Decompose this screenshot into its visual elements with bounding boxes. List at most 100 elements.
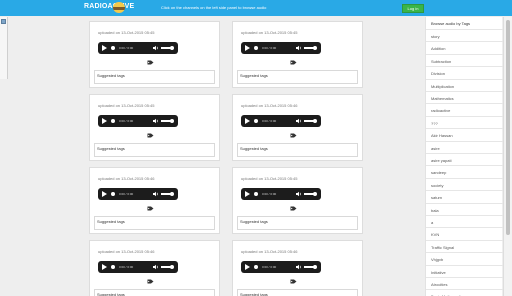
play-icon[interactable] <box>102 191 107 197</box>
suggested-tags-box[interactable]: Suggested tags <box>94 143 215 157</box>
login-button[interactable]: Log in <box>402 4 424 13</box>
tag-item-label: radioactive <box>431 108 451 114</box>
volume-slider[interactable] <box>170 265 174 269</box>
volume-icon[interactable] <box>153 45 159 51</box>
audio-player[interactable]: 0:00 / 0:00 <box>241 42 321 54</box>
seek-slider[interactable] <box>254 265 258 269</box>
tag-item[interactable]: Atrocities <box>426 277 503 289</box>
scrollbar-thumb[interactable] <box>506 20 510 235</box>
tag-item[interactable]: story <box>426 29 503 41</box>
play-icon[interactable] <box>245 191 250 197</box>
tag-item[interactable]: Vhjgvb <box>426 252 503 264</box>
tag-item[interactable]: Multiplication <box>426 78 503 91</box>
tag-item[interactable]: ??? <box>426 115 503 128</box>
menu-icon[interactable] <box>1 19 6 24</box>
audio-card: uploaded on 13-Oct-2015 05:46 0:00 / 0:00… <box>232 94 363 161</box>
seek-slider[interactable] <box>111 192 115 196</box>
tag-item[interactable]: Subtraction <box>426 53 503 66</box>
volume-icon[interactable] <box>153 118 159 124</box>
volume-icon[interactable] <box>153 264 159 270</box>
volume-slider[interactable] <box>313 46 317 50</box>
tag-item[interactable]: saturn <box>426 190 503 202</box>
volume-icon[interactable] <box>296 118 302 124</box>
tag-item[interactable]: Basic Mathematics <box>426 289 503 296</box>
suggested-tags-box[interactable]: Suggested tags <box>94 216 215 230</box>
volume-slider[interactable] <box>170 119 174 123</box>
upload-date: uploaded on 13-Oct-2015 05:46 <box>241 103 298 108</box>
tag-item[interactable]: asire yapati <box>426 153 503 165</box>
time-display: 0:00 / 0:00 <box>119 265 134 269</box>
volume-slider[interactable] <box>170 46 174 50</box>
seek-slider[interactable] <box>111 265 115 269</box>
brand-title[interactable]: RADIOACTIVE <box>84 3 134 10</box>
suggested-tags-label: Suggested tags <box>240 219 268 224</box>
tag-item[interactable]: radioactive <box>426 103 503 115</box>
suggested-tags-label: Suggested tags <box>240 73 268 78</box>
volume-icon[interactable] <box>296 264 302 270</box>
tag-item[interactable]: KVN <box>426 227 503 239</box>
seek-slider[interactable] <box>254 192 258 196</box>
tag-icon[interactable] <box>147 60 154 65</box>
tag-icon[interactable] <box>290 206 297 211</box>
time-display: 0:00 / 0:00 <box>119 192 134 196</box>
tag-icon[interactable] <box>147 133 154 138</box>
tag-item[interactable]: Addition <box>426 41 503 53</box>
tag-icon[interactable] <box>290 60 297 65</box>
volume-slider[interactable] <box>313 119 317 123</box>
play-icon[interactable] <box>245 264 250 270</box>
volume-icon[interactable] <box>296 45 302 51</box>
suggested-tags-box[interactable]: Suggested tags <box>237 216 358 230</box>
suggested-tags-box[interactable]: Suggested tags <box>237 143 358 157</box>
audio-player[interactable]: 0:00 / 0:00 <box>98 188 178 200</box>
play-icon[interactable] <box>102 264 107 270</box>
page-scrollbar[interactable] <box>503 17 512 296</box>
seek-slider[interactable] <box>254 119 258 123</box>
suggested-tags-box[interactable]: Suggested tags <box>94 289 215 296</box>
time-display: 0:00 / 0:00 <box>262 265 277 269</box>
seek-slider[interactable] <box>111 46 115 50</box>
play-icon[interactable] <box>102 45 107 51</box>
play-icon[interactable] <box>102 118 107 124</box>
audio-card: uploaded on 13-Oct-2015 05:45 0:00 / 0:00… <box>232 21 363 88</box>
audio-player[interactable]: 0:00 / 0:00 <box>98 261 178 273</box>
tag-icon[interactable] <box>290 133 297 138</box>
suggested-tags-box[interactable]: Suggested tags <box>237 289 358 296</box>
tag-icon[interactable] <box>147 206 154 211</box>
play-icon[interactable] <box>245 45 250 51</box>
volume-icon[interactable] <box>153 191 159 197</box>
tag-item-label: saturn <box>431 195 443 201</box>
time-display: 0:00 / 0:00 <box>262 119 277 123</box>
tag-item[interactable]: sandeep <box>426 165 503 177</box>
volume-slider[interactable] <box>313 192 317 196</box>
tag-item[interactable]: Mathematics <box>426 91 503 103</box>
volume-slider[interactable] <box>313 265 317 269</box>
radio-logo-icon <box>113 2 125 13</box>
tag-item[interactable]: Akir Hassan <box>426 128 503 140</box>
seek-slider[interactable] <box>254 46 258 50</box>
suggested-tags-box[interactable]: Suggested tags <box>94 70 215 84</box>
tag-item[interactable]: a <box>426 215 503 227</box>
tag-item-label: sandeep <box>431 170 447 176</box>
tag-icon[interactable] <box>290 279 297 284</box>
suggested-tags-box[interactable]: Suggested tags <box>237 70 358 84</box>
play-icon[interactable] <box>245 118 250 124</box>
audio-player[interactable]: 0:00 / 0:00 <box>241 261 321 273</box>
audio-player[interactable]: 0:00 / 0:00 <box>241 115 321 127</box>
audio-player[interactable]: 0:00 / 0:00 <box>98 115 178 127</box>
upload-date: uploaded on 13-Oct-2015 05:45 <box>241 30 298 35</box>
tag-item-label: Vhjgvb <box>431 257 444 263</box>
tag-item[interactable]: society <box>426 177 503 190</box>
audio-player[interactable]: 0:00 / 0:00 <box>98 42 178 54</box>
tag-item[interactable]: Division <box>426 66 503 78</box>
tag-item[interactable]: Initiative <box>426 264 503 277</box>
tag-item[interactable]: asire <box>426 140 503 153</box>
audio-player[interactable]: 0:00 / 0:00 <box>241 188 321 200</box>
volume-icon[interactable] <box>296 191 302 197</box>
channel-side-panel[interactable] <box>0 17 8 79</box>
seek-slider[interactable] <box>111 119 115 123</box>
audio-card: uploaded on 13-Oct-2015 05:46 0:00 / 0:00… <box>89 167 220 234</box>
volume-slider[interactable] <box>170 192 174 196</box>
tag-item[interactable]: Traffic Signal <box>426 239 503 252</box>
tag-item[interactable]: bala <box>426 202 503 215</box>
tag-icon[interactable] <box>147 279 154 284</box>
